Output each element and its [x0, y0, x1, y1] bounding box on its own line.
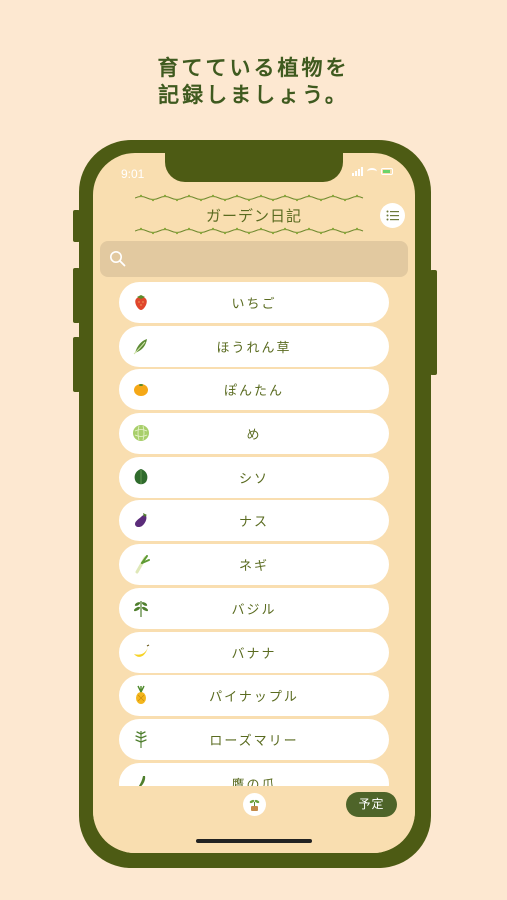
shiso-icon — [134, 468, 148, 484]
plant-name: バナナ — [231, 646, 277, 662]
plant-item-pineapple[interactable]: パイナップル — [119, 675, 389, 717]
plant-list: いちご ほうれん草 ぽんたん め シソ ナス ネギ バジル バナナ パイナップル… — [119, 282, 389, 786]
app-title: ガーデン日記 — [205, 207, 302, 225]
bottom-bar: 予定 — [93, 786, 415, 853]
plant-item-strawberry[interactable]: いちご — [119, 282, 389, 323]
schedule-button[interactable]: 予定 — [346, 792, 397, 817]
status-time: 9:01 — [121, 167, 145, 181]
plant-name: ローズマリー — [209, 733, 299, 749]
plant-item-shiso[interactable]: シソ — [119, 456, 389, 498]
sprout-button[interactable] — [243, 793, 266, 816]
plant-name: ネギ — [238, 559, 269, 575]
plant-item-basil[interactable]: バジル — [119, 587, 389, 629]
plant-name: ナス — [238, 515, 269, 531]
plant-item-banana[interactable]: バナナ — [119, 631, 389, 673]
list-menu-icon — [386, 210, 399, 221]
citrus-icon — [134, 384, 148, 397]
home-indicator — [196, 839, 312, 843]
melon-icon — [133, 425, 149, 442]
plant-item-rosemary[interactable]: ローズマリー — [119, 718, 389, 760]
promo-line-2: 記録しましょう。 — [158, 83, 349, 107]
strawberry-icon — [135, 295, 147, 310]
chili-icon — [138, 775, 146, 786]
eggplant-icon — [135, 513, 147, 528]
spinach-icon — [133, 338, 147, 355]
battery-icon — [381, 168, 393, 175]
search-bar[interactable] — [100, 241, 408, 277]
power-button — [430, 270, 437, 375]
promo-line-1: 育てている植物を — [157, 56, 350, 80]
plant-name: め — [246, 428, 262, 444]
vine-decoration-top — [135, 194, 364, 202]
wifi-icon — [367, 168, 377, 175]
search-input[interactable] — [132, 247, 400, 271]
plant-item-spinach[interactable]: ほうれん草 — [119, 325, 389, 367]
volume-up-button — [73, 268, 80, 323]
plant-item-chili[interactable]: 鷹の爪 — [119, 762, 389, 786]
plant-name: ぽんたん — [223, 384, 284, 400]
plant-item-melon[interactable]: め — [119, 413, 389, 455]
plant-name: シソ — [238, 471, 269, 487]
basil-icon — [133, 600, 149, 617]
plant-item-leek[interactable]: ネギ — [119, 544, 389, 586]
app-screen: 9:01 ガーデン日記 いちご ほうれん草 ぽんたん め シソ ナス ネギ バジ… — [93, 153, 415, 853]
leek-icon — [135, 555, 150, 574]
status-icons — [352, 167, 393, 176]
pineapple-icon — [136, 685, 146, 705]
plant-name: 鷹の爪 — [231, 777, 277, 786]
rosemary-icon — [135, 730, 147, 748]
sprout-icon — [249, 799, 260, 811]
vine-decoration-bottom — [135, 227, 364, 235]
promo-heading: 育てている植物を 記録しましょう。 — [0, 55, 507, 109]
plant-name: ほうれん草 — [216, 340, 292, 356]
plant-name: パイナップル — [209, 690, 299, 706]
menu-button[interactable] — [380, 203, 405, 228]
mute-switch — [73, 210, 80, 242]
plant-name: いちご — [231, 297, 277, 312]
search-icon — [110, 251, 126, 267]
banana-icon — [134, 643, 150, 657]
volume-down-button — [73, 337, 80, 392]
signal-icon — [352, 167, 363, 176]
plant-name: バジル — [231, 602, 277, 618]
notch — [165, 153, 343, 182]
plant-item-citrus[interactable]: ぽんたん — [119, 369, 389, 411]
plant-item-eggplant[interactable]: ナス — [119, 500, 389, 542]
